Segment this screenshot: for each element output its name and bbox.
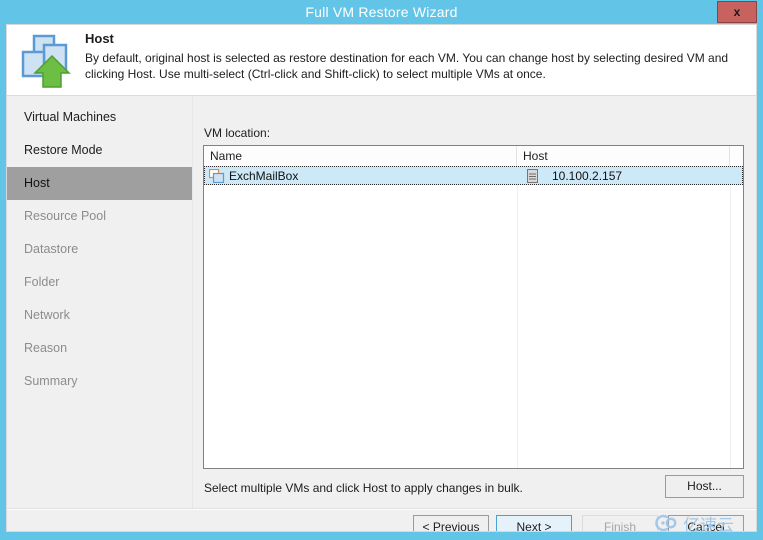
vm-name-text: ExchMailBox	[229, 168, 299, 183]
host-button[interactable]: Host...	[665, 475, 744, 498]
sidebar-item-virtual-machines[interactable]: Virtual Machines	[7, 101, 192, 134]
cancel-button[interactable]: Cancel	[668, 515, 744, 531]
vm-restore-upload-icon	[17, 31, 75, 89]
cell-host: 10.100.2.157	[517, 167, 730, 184]
column-header-name[interactable]: Name	[204, 146, 517, 166]
virtual-machine-icon	[208, 168, 225, 183]
finish-button: Finish	[582, 515, 658, 531]
column-divider-1	[517, 166, 518, 468]
sidebar-item-summary[interactable]: Summary	[7, 365, 192, 398]
title-bar: Full VM Restore Wizard x	[0, 0, 763, 24]
page-title: Host	[85, 31, 114, 46]
close-icon[interactable]: x	[717, 1, 757, 23]
wizard-steps-sidebar: Virtual Machines Restore Mode Host Resou…	[7, 96, 193, 508]
content-pane: VM location: Name Host ExchMailBox 10.10…	[193, 96, 756, 508]
table-body: ExchMailBox 10.100.2.157	[204, 166, 743, 468]
vm-location-table: Name Host ExchMailBox 10.100.2.157	[203, 145, 744, 469]
next-button[interactable]: Next >	[496, 515, 572, 531]
wizard-navigation-buttons: < Previous Next > Finish Cancel	[410, 515, 750, 531]
column-header-host[interactable]: Host	[517, 146, 730, 166]
sidebar-item-folder[interactable]: Folder	[7, 266, 192, 299]
window-body: Host By default, original host is select…	[6, 24, 757, 532]
table-header-row: Name Host	[204, 146, 743, 166]
cell-vm-name: ExchMailBox	[205, 167, 517, 184]
column-header-filler	[730, 146, 743, 166]
sidebar-item-resource-pool[interactable]: Resource Pool	[7, 200, 192, 233]
host-address-text: 10.100.2.157	[552, 168, 623, 183]
column-divider-2	[730, 166, 731, 468]
sidebar-item-reason[interactable]: Reason	[7, 332, 192, 365]
sidebar-item-datastore[interactable]: Datastore	[7, 233, 192, 266]
previous-button[interactable]: < Previous	[413, 515, 489, 531]
wizard-window: Full VM Restore Wizard x Host By default…	[0, 0, 763, 540]
bulk-edit-hint: Select multiple VMs and click Host to ap…	[204, 481, 523, 495]
wizard-banner: Host By default, original host is select…	[7, 25, 756, 96]
sidebar-item-host[interactable]: Host	[7, 167, 192, 200]
sidebar-item-network[interactable]: Network	[7, 299, 192, 332]
table-row[interactable]: ExchMailBox 10.100.2.157	[204, 166, 743, 185]
sidebar-item-restore-mode[interactable]: Restore Mode	[7, 134, 192, 167]
window-title: Full VM Restore Wizard	[305, 4, 458, 20]
vm-location-label: VM location:	[204, 126, 271, 140]
server-host-icon	[527, 168, 538, 183]
page-description: By default, original host is selected as…	[85, 51, 729, 81]
